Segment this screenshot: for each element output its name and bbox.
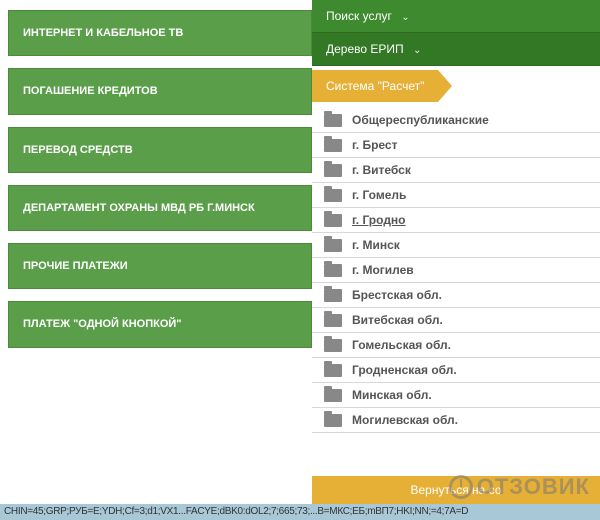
region-label: Общереспубликанские bbox=[352, 113, 489, 127]
folder-icon bbox=[324, 264, 342, 277]
folder-icon bbox=[324, 164, 342, 177]
region-item[interactable]: г. Минск bbox=[312, 233, 600, 258]
folder-icon bbox=[324, 239, 342, 252]
region-label: г. Минск bbox=[352, 238, 400, 252]
folder-icon bbox=[324, 414, 342, 427]
region-item[interactable]: г. Гомель bbox=[312, 183, 600, 208]
folder-icon bbox=[324, 314, 342, 327]
right-panel: Поиск услуг ⌄ Дерево ЕРИП ⌄ Система "Рас… bbox=[312, 0, 600, 520]
return-button[interactable]: Вернуться на со bbox=[312, 476, 600, 504]
region-item[interactable]: Минская обл. bbox=[312, 383, 600, 408]
system-label: Система "Расчет" bbox=[326, 79, 424, 93]
region-label: г. Гродно bbox=[352, 213, 406, 227]
region-label: г. Могилев bbox=[352, 263, 414, 277]
category-other-payments[interactable]: Прочие платежи bbox=[8, 243, 312, 289]
tree-label: Дерево ЕРИП bbox=[326, 42, 404, 56]
region-item[interactable]: Гродненская обл. bbox=[312, 358, 600, 383]
region-item[interactable]: г. Брест bbox=[312, 133, 600, 158]
category-transfer[interactable]: Перевод средств bbox=[8, 127, 312, 173]
folder-icon bbox=[324, 214, 342, 227]
region-label: г. Брест bbox=[352, 138, 398, 152]
region-item[interactable]: Гомельская обл. bbox=[312, 333, 600, 358]
region-item[interactable]: г. Витебск bbox=[312, 158, 600, 183]
region-item[interactable]: Общереспубликанские bbox=[312, 108, 600, 133]
category-list: Интернет и кабельное ТВ Погашение кредит… bbox=[0, 0, 312, 520]
chevron-down-icon: ⌄ bbox=[413, 45, 421, 56]
folder-icon bbox=[324, 114, 342, 127]
region-list: Общереспубликанские г. Брест г. Витебск г. … bbox=[312, 108, 600, 433]
region-label: Могилевская обл. bbox=[352, 413, 458, 427]
region-item[interactable]: Брестская обл. bbox=[312, 283, 600, 308]
category-credit-repay[interactable]: Погашение кредитов bbox=[8, 68, 312, 114]
region-label: г. Гомель bbox=[352, 188, 406, 202]
folder-icon bbox=[324, 389, 342, 402]
category-one-button-pay[interactable]: Платеж "Одной кнопкой" bbox=[8, 301, 312, 347]
region-label: Гродненская обл. bbox=[352, 363, 457, 377]
region-label: Минская обл. bbox=[352, 388, 432, 402]
system-raschet-breadcrumb[interactable]: Система "Расчет" bbox=[312, 70, 438, 102]
chevron-down-icon: ⌄ bbox=[401, 12, 409, 23]
status-strip: CHIN=45;GRP;РУБ=E;YDH;Cf=3;d1;VX1...FACY… bbox=[0, 504, 600, 520]
folder-icon bbox=[324, 289, 342, 302]
folder-icon bbox=[324, 339, 342, 352]
region-item[interactable]: Витебская обл. bbox=[312, 308, 600, 333]
region-item[interactable]: Могилевская обл. bbox=[312, 408, 600, 433]
category-mvd-security[interactable]: Департамент охраны МВД РБ г.Минск bbox=[8, 185, 312, 231]
region-item[interactable]: г. Могилев bbox=[312, 258, 600, 283]
search-label: Поиск услуг bbox=[326, 9, 392, 23]
region-label: Витебская обл. bbox=[352, 313, 443, 327]
region-label: Брестская обл. bbox=[352, 288, 442, 302]
region-item[interactable]: г. Гродно bbox=[312, 208, 600, 233]
region-label: Гомельская обл. bbox=[352, 338, 451, 352]
folder-icon bbox=[324, 139, 342, 152]
category-internet-tv[interactable]: Интернет и кабельное ТВ bbox=[8, 10, 312, 56]
search-services-bar[interactable]: Поиск услуг ⌄ bbox=[312, 0, 600, 33]
erip-tree-bar[interactable]: Дерево ЕРИП ⌄ bbox=[312, 33, 600, 66]
folder-icon bbox=[324, 189, 342, 202]
folder-icon bbox=[324, 364, 342, 377]
region-label: г. Витебск bbox=[352, 163, 411, 177]
